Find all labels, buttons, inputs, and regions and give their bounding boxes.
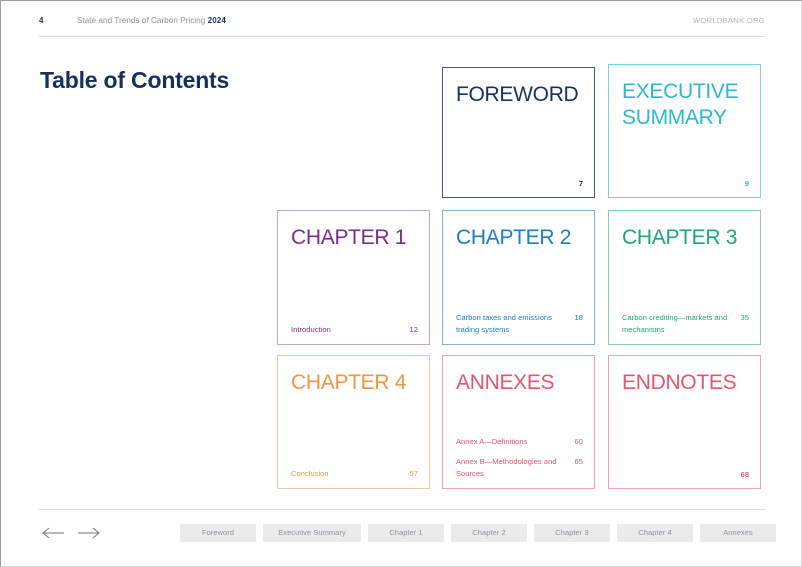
toc-card-endnotes[interactable]: ENDNOTES 68 [608, 355, 761, 489]
header-document-title: State and Trends of Carbon Pricing 2024 [77, 15, 226, 27]
card-entry-page: 57 [409, 468, 418, 478]
card-entry-list: Carbon taxes and emissions trading syste… [456, 312, 583, 335]
card-entry-label: Carbon taxes and emissions trading syste… [456, 313, 552, 334]
header-site-url: WORLDBANK.ORG [692, 16, 765, 25]
card-entry[interactable]: Carbon taxes and emissions trading syste… [456, 312, 583, 335]
card-entry-label: Annex A—Definitions [456, 436, 528, 446]
footer-pill-chapter-1[interactable]: Chapter 1 [368, 524, 444, 542]
footer-section-links: Foreword Executive Summary Chapter 1 Cha… [180, 524, 776, 542]
card-entry[interactable]: Carbon crediting—markets and mechanisms … [622, 312, 749, 335]
toc-card-chapter-1[interactable]: CHAPTER 1 Introduction 12 [277, 210, 430, 345]
card-entry-label: Carbon crediting—markets and mechanisms [622, 313, 728, 334]
footer-pill-annexes[interactable]: Annexes [700, 524, 776, 542]
toc-card-chapter-2[interactable]: CHAPTER 2 Carbon taxes and emissions tra… [442, 210, 595, 345]
card-entry-page: 18 [574, 313, 583, 322]
card-entry-page: 35 [740, 313, 749, 322]
card-entry-page: 65 [574, 457, 583, 466]
page-footer: Foreword Executive Summary Chapter 1 Cha… [39, 509, 776, 559]
page-header: 4 State and Trends of Carbon Pricing 202… [39, 15, 765, 37]
card-heading: ANNEXES [456, 371, 555, 394]
card-heading: ENDNOTES [622, 371, 737, 394]
card-heading: EXECUTIVE SUMMARY [622, 80, 739, 129]
card-entry-list: Annex A—Definitions 60 Annex B—Methodolo… [456, 436, 583, 480]
card-heading: CHAPTER 3 [622, 226, 738, 249]
card-heading: CHAPTER 4 [291, 371, 407, 394]
card-entry-list: Carbon crediting—markets and mechanisms … [622, 312, 749, 335]
footer-pill-chapter-3[interactable]: Chapter 3 [534, 524, 610, 542]
toc-card-chapter-3[interactable]: CHAPTER 3 Carbon crediting—markets and m… [608, 210, 761, 345]
card-entry[interactable]: Conclusion 57 [291, 468, 418, 480]
arrow-right-icon[interactable] [77, 526, 101, 540]
footer-pill-chapter-2[interactable]: Chapter 2 [451, 524, 527, 542]
document-page: 4 State and Trends of Carbon Pricing 202… [0, 0, 802, 567]
toc-card-foreword[interactable]: FOREWORD 7 [442, 67, 595, 198]
card-entry-list: Conclusion 57 [291, 468, 418, 480]
card-entry[interactable]: Introduction 12 [291, 324, 418, 336]
card-entry-label: Conclusion [291, 468, 329, 478]
card-heading: CHAPTER 1 [291, 226, 407, 249]
toc-card-chapter-4[interactable]: CHAPTER 4 Conclusion 57 [277, 355, 430, 489]
page-title: Table of Contents [40, 67, 230, 93]
card-entry-page: 60 [574, 436, 583, 446]
card-entry-page: 12 [409, 324, 418, 334]
page-navigation-arrows [41, 526, 101, 540]
arrow-left-icon[interactable] [41, 526, 65, 540]
card-page-number: 7 [578, 179, 583, 188]
toc-card-annexes[interactable]: ANNEXES Annex A—Definitions 60 Annex B—M… [442, 355, 595, 489]
footer-pill-chapter-4[interactable]: Chapter 4 [617, 524, 693, 542]
card-entry-label: Annex B—Methodologies and Sources [456, 457, 557, 478]
card-heading: FOREWORD [456, 83, 579, 106]
card-entry-list: Introduction 12 [291, 324, 418, 336]
footer-pill-executive-summary[interactable]: Executive Summary [263, 524, 361, 542]
card-entry[interactable]: Annex B—Methodologies and Sources 65 [456, 456, 583, 479]
card-entry[interactable]: Annex A—Definitions 60 [456, 436, 583, 448]
card-entry-label: Introduction [291, 324, 331, 334]
card-page-number: 9 [744, 179, 749, 188]
header-title-text: State and Trends of Carbon Pricing [77, 16, 208, 25]
toc-card-executive-summary[interactable]: EXECUTIVE SUMMARY 9 [608, 64, 761, 198]
header-page-number: 4 [39, 16, 44, 25]
footer-pill-foreword[interactable]: Foreword [180, 524, 256, 542]
card-heading: CHAPTER 2 [456, 226, 572, 249]
card-page-number: 68 [740, 470, 749, 479]
header-title-year: 2024 [207, 16, 226, 25]
